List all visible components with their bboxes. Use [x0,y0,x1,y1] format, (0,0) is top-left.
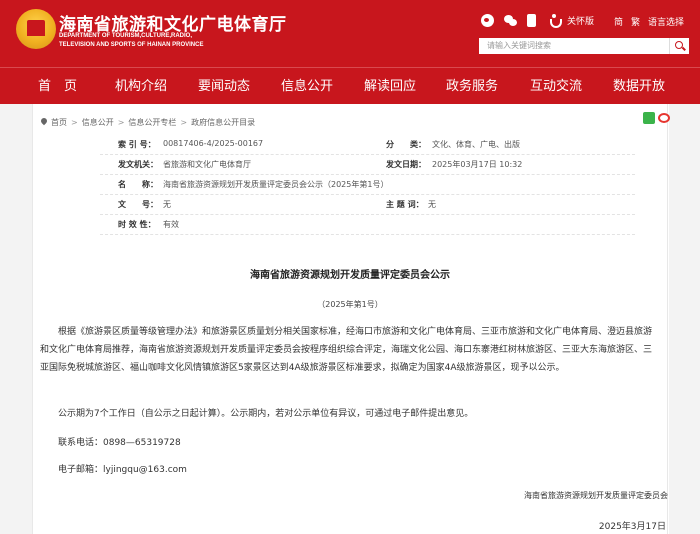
category-value: 文化、体育、广电、出版 [432,140,520,149]
search-icon-handle [682,46,686,51]
nav-item-home[interactable]: 首 页 [38,68,77,105]
search-button[interactable] [669,38,689,54]
issuer-label: 发文机关： [118,160,158,169]
traditional-chinese-link[interactable]: 繁 [631,18,640,28]
index-value: 00817406-4/2025-00167 [163,139,264,148]
site-english-line2: TELEVISION AND SPORTS OF HAINAN PROVINCE [59,41,204,48]
docno-label: 文 号： [118,200,158,209]
topic-label: 主 题 词： [386,200,424,209]
nav-item-open-data[interactable]: 数据开放 [613,68,665,105]
meta-row: 时 效 性： 有效 [100,216,635,235]
top-tools: 关怀版 [481,13,594,28]
nav-item-info-disclosure[interactable]: 信息公开 [281,68,333,105]
topic-value: 无 [428,200,436,209]
meta-row: 名 称： 海南省旅游资源规划开发质量评定委员会公示（2025年第1号） [100,176,635,195]
name-value: 海南省旅游资源规划开发质量评定委员会公示（2025年第1号） [163,180,389,189]
issuer-value: 省旅游和文化广电体育厅 [163,160,251,169]
share-weibo-icon[interactable] [658,113,670,123]
category-label: 分 类： [386,140,426,149]
nav-item-interaction[interactable]: 互动交流 [530,68,582,105]
meta-row: 索 引 号： 00817406-4/2025-00167 分 类： 文化、体育、… [100,136,635,155]
share-tools [640,112,670,124]
validity-label: 时 效 性： [118,220,156,229]
contact-email: 电子邮箱：lyjingqu@163.com [58,465,187,475]
breadcrumb-column[interactable]: 信息公开专栏 [128,117,176,128]
docno-value: 无 [163,200,171,209]
page-margin-left [0,104,32,534]
date-label: 发文日期： [386,160,426,169]
wechat-icon[interactable] [504,14,517,27]
site-header: 海南省旅游和文化广电体育厅 DEPARTMENT OF TOURISM,CULT… [0,0,700,67]
index-label: 索 引 号： [118,140,156,149]
national-emblem-icon[interactable] [16,9,56,49]
signature-org: 海南省旅游资源规划开发质量评定委员会 [524,491,668,500]
article-subtitle: （2025年第1号） [317,300,383,309]
breadcrumb-home[interactable]: 首页 [51,117,67,128]
article-title: 海南省旅游资源规划开发质量评定委员会公示 [250,270,450,281]
nav-item-about[interactable]: 机构介绍 [115,68,167,105]
mobile-icon[interactable] [527,13,536,27]
breadcrumb: 首页 > 信息公开 > 信息公开专栏 > 政府信息公开目录 [40,117,255,128]
language-links: 简繁语言选择 [614,15,692,28]
breadcrumb-separator: > [180,118,188,127]
language-select-link[interactable]: 语言选择 [648,18,684,28]
breadcrumb-separator: > [71,118,78,127]
meta-row: 文 号： 无 主 题 词： 无 [100,196,635,215]
location-pin-icon [40,118,48,127]
nav-item-interpretation[interactable]: 解读回应 [364,68,416,105]
contact-phone: 联系电话：0898—65319728 [58,438,181,448]
nav-item-news[interactable]: 要闻动态 [198,68,250,105]
site-english-line1: DEPARTMENT OF TOURISM,CULTURE,RADIO, [59,33,192,39]
main-nav: 首 页 机构介绍 要闻动态 信息公开 解读回应 政务服务 互动交流 数据开放 [0,67,700,104]
article-paragraph-1: 根据《旅游景区质量等级管理办法》和旅游景区质量划分相关国家标准，经海口市旅游和文… [40,327,653,373]
weibo-icon[interactable] [481,13,494,27]
share-wechat-icon[interactable] [643,112,655,124]
date-value: 2025年03月17日 10:32 [432,160,523,169]
simplified-chinese-link[interactable]: 简 [614,18,623,28]
signature-date: 2025年3月17日 [598,522,666,532]
page-margin-right [669,104,700,534]
breadcrumb-info[interactable]: 信息公开 [82,117,114,128]
accessibility-icon[interactable] [548,13,562,28]
meta-row: 发文机关： 省旅游和文化广电体育厅 发文日期： 2025年03月17日 10:3… [100,156,635,175]
care-mode-link[interactable]: 关怀版 [567,14,594,27]
site-english-title: DEPARTMENT OF TOURISM,CULTURE,RADIO, TEL… [59,32,203,49]
article-paragraph-2: 公示期为7个工作日（自公示之日起计算）。公示期内，若对公示单位有异议，可通过电子… [58,409,474,419]
validity-value: 有效 [163,220,179,229]
nav-item-services[interactable]: 政务服务 [446,68,498,105]
breadcrumb-catalog[interactable]: 政府信息公开目录 [191,117,255,128]
search-input[interactable]: 请输入关键词搜索 [479,38,669,54]
breadcrumb-separator: > [117,118,125,127]
name-label: 名 称： [118,180,158,189]
